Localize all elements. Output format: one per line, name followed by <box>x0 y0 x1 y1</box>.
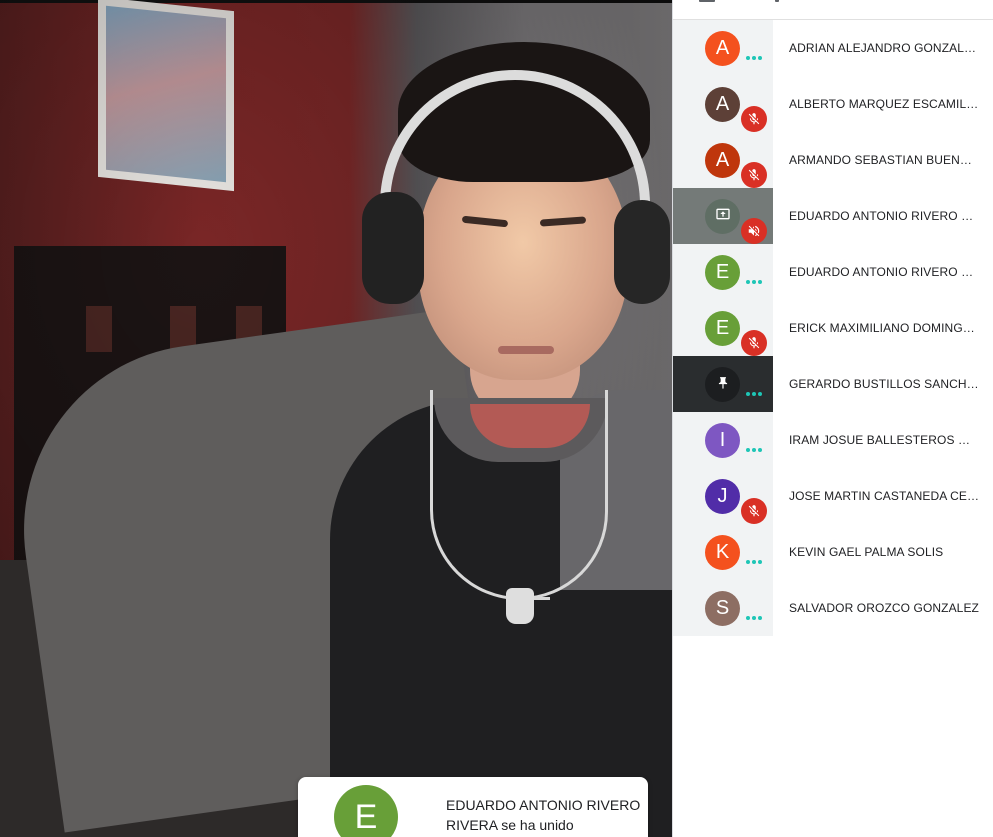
participant-row[interactable]: A ARMANDO SEBASTIAN BUENROSTRO <box>673 132 993 188</box>
participant-tile[interactable]: E <box>673 244 773 300</box>
participant-avatar: E <box>705 255 740 290</box>
participant-tile[interactable]: J <box>673 468 773 524</box>
participant-name: KEVIN GAEL PALMA SOLIS <box>789 545 944 559</box>
participant-row[interactable]: J JOSE MARTIN CASTANEDA CERVANTES <box>673 468 993 524</box>
present-screen-icon <box>715 205 731 228</box>
participant-name: JOSE MARTIN CASTANEDA CERVANTES <box>789 489 979 503</box>
participant-name: IRAM JOSUE BALLESTEROS MARTINEZ <box>789 433 979 447</box>
participant-avatar: K <box>705 535 740 570</box>
audio-indicator-icon <box>746 280 762 284</box>
participant-avatar: A <box>705 87 740 122</box>
audio-indicator-icon <box>746 560 762 564</box>
participant-name: ALBERTO MARQUEZ ESCAMILLA <box>789 97 979 111</box>
necklace-pendant <box>506 588 534 624</box>
participant-row[interactable]: A ALBERTO MARQUEZ ESCAMILLA <box>673 76 993 132</box>
participant-name: EDUARDO ANTONIO RIVERO RIVERA <box>789 265 979 279</box>
mic-off-icon <box>741 498 767 524</box>
participant-name: ERICK MAXIMILIANO DOMINGUEZ <box>789 321 979 335</box>
participant-avatar: E <box>705 311 740 346</box>
participant-avatar: A <box>705 143 740 178</box>
sound-off-icon <box>741 218 767 244</box>
toast-message: EDUARDO ANTONIO RIVERO RIVERA se ha unid… <box>446 797 641 833</box>
participant-row[interactable]: A ADRIAN ALEJANDRO GONZALEZ <box>673 20 993 76</box>
participant-avatar: S <box>705 591 740 626</box>
toast-avatar: E <box>334 785 398 837</box>
participant-name: SALVADOR OROZCO GONZALEZ <box>789 601 979 615</box>
headphone-left-cup <box>362 192 424 304</box>
participant-name: EDUARDO ANTONIO RIVERO RIVERA <box>789 209 979 223</box>
participant-tile[interactable]: E <box>673 300 773 356</box>
header-partial-icon <box>775 0 779 2</box>
audio-indicator-icon <box>746 616 762 620</box>
participant-name: ADRIAN ALEJANDRO GONZALEZ <box>789 41 979 55</box>
headphone-right-cup <box>614 200 670 304</box>
participant-row[interactable]: E ERICK MAXIMILIANO DOMINGUEZ <box>673 300 993 356</box>
participant-row[interactable]: I IRAM JOSUE BALLESTEROS MARTINEZ <box>673 412 993 468</box>
participant-avatar: J <box>705 479 740 514</box>
mouth <box>498 346 554 354</box>
pin-icon <box>716 373 730 396</box>
audio-indicator-icon <box>746 56 762 60</box>
mic-off-icon <box>741 330 767 356</box>
participant-row[interactable]: GERARDO BUSTILLOS SANCHEZ <box>673 356 993 412</box>
participant-row[interactable]: EDUARDO ANTONIO RIVERO RIVERA <box>673 188 993 244</box>
participant-row[interactable]: E EDUARDO ANTONIO RIVERO RIVERA <box>673 244 993 300</box>
participant-tile[interactable] <box>673 188 773 244</box>
participant-tile[interactable]: A <box>673 132 773 188</box>
participant-avatar: A <box>705 31 740 66</box>
participant-name: GERARDO BUSTILLOS SANCHEZ <box>789 377 979 391</box>
participant-row[interactable]: S SALVADOR OROZCO GONZALEZ <box>673 580 993 636</box>
main-video-feed[interactable]: E EDUARDO ANTONIO RIVERO RIVERA se ha un… <box>0 0 672 837</box>
participant-tile[interactable]: I <box>673 412 773 468</box>
participant-list: A ADRIAN ALEJANDRO GONZALEZ A ALBERTO MARQU… <box>673 20 993 636</box>
panel-header <box>673 0 993 20</box>
participant-name: ARMANDO SEBASTIAN BUENROSTRO <box>789 153 979 167</box>
participant-tile[interactable]: S <box>673 580 773 636</box>
menu-icon[interactable] <box>699 0 715 2</box>
participant-tile[interactable]: K <box>673 524 773 580</box>
audio-indicator-icon <box>746 448 762 452</box>
participant-avatar: I <box>705 423 740 458</box>
join-notification-toast: E EDUARDO ANTONIO RIVERO RIVERA se ha un… <box>298 777 648 837</box>
mic-off-icon <box>741 162 767 188</box>
audio-indicator-icon <box>746 392 762 396</box>
participant-avatar <box>705 199 740 234</box>
participant-tile[interactable] <box>673 356 773 412</box>
participant-tile[interactable]: A <box>673 76 773 132</box>
mic-off-icon <box>741 106 767 132</box>
participant-avatar <box>705 367 740 402</box>
participant-tile[interactable]: A <box>673 20 773 76</box>
participant-row[interactable]: K KEVIN GAEL PALMA SOLIS <box>673 524 993 580</box>
participants-panel: A ADRIAN ALEJANDRO GONZALEZ A ALBERTO MARQU… <box>672 0 993 837</box>
